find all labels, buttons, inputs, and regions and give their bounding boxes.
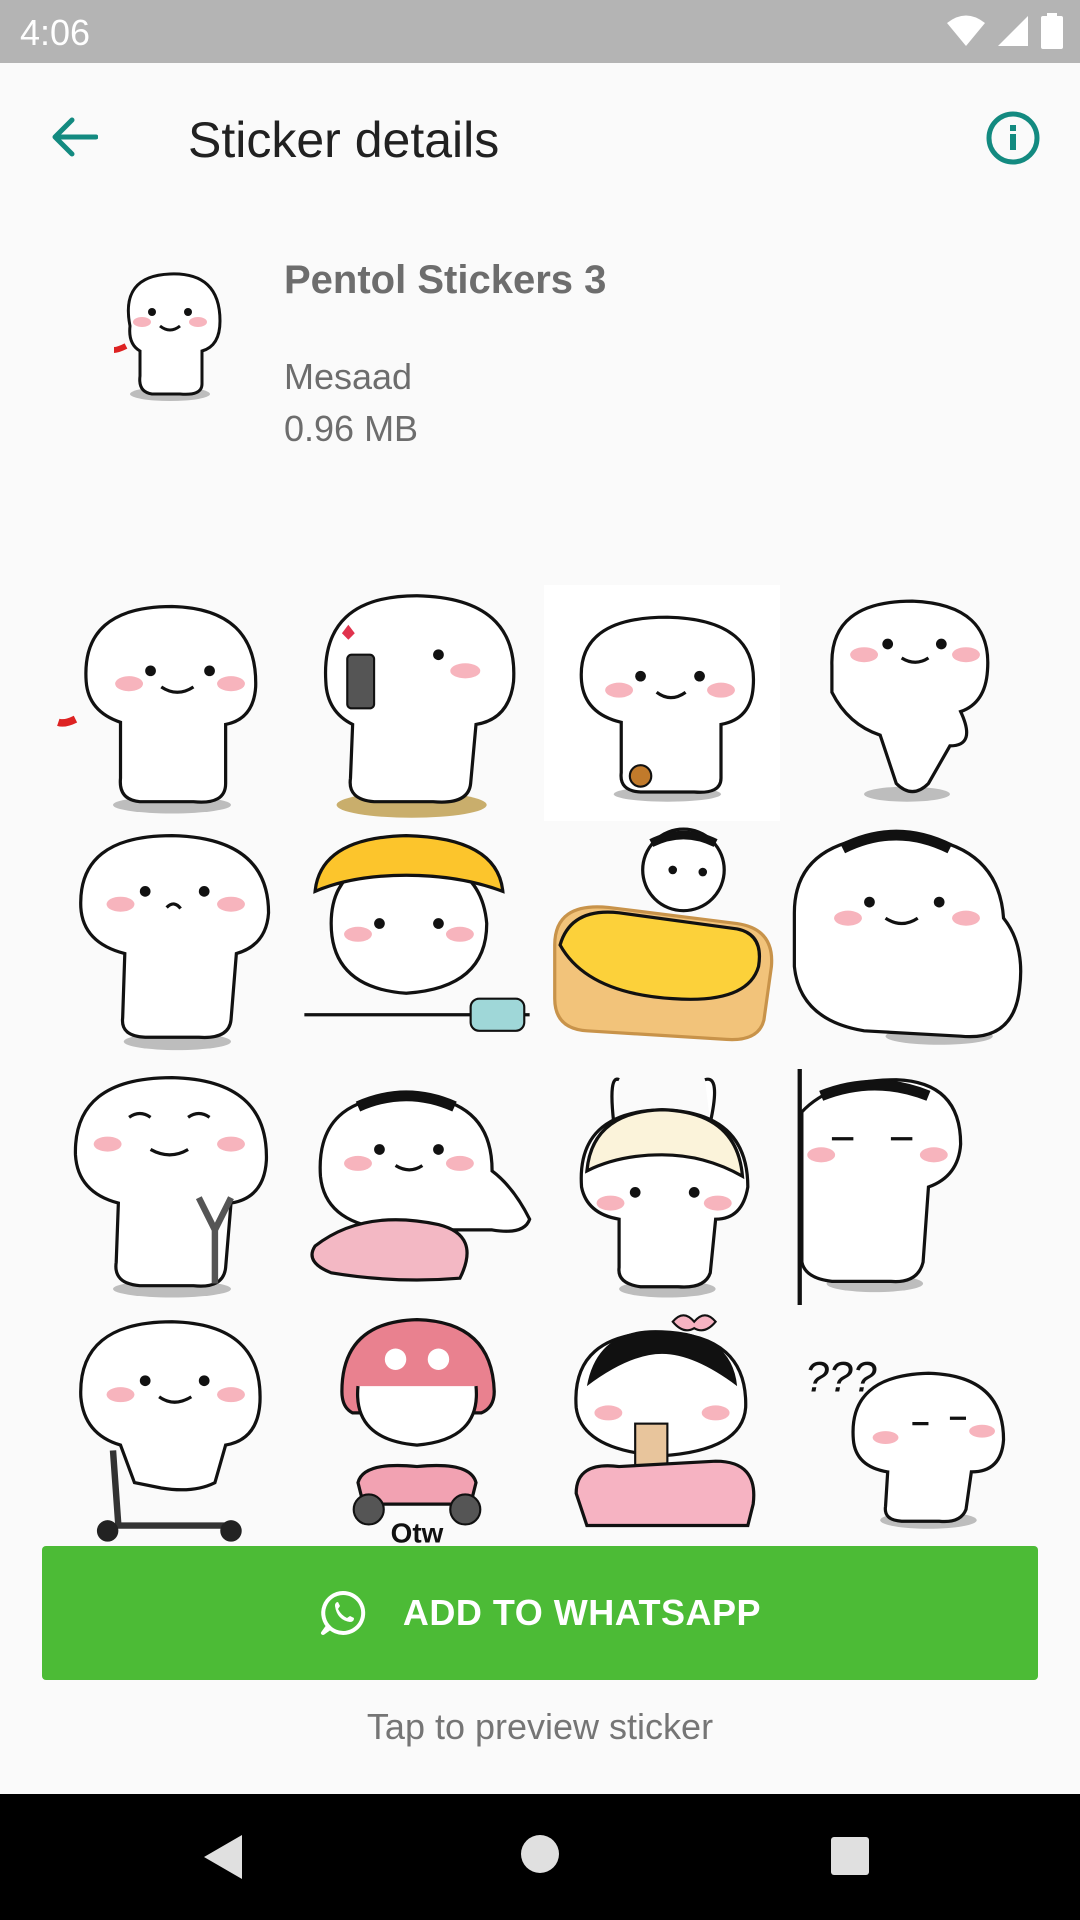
sticker-motorbike[interactable]: Otw — [299, 1311, 535, 1545]
status-time: 4:06 — [20, 12, 91, 53]
pack-publisher: Mesaad — [284, 356, 413, 397]
signal-icon — [998, 16, 1028, 46]
app-bar: Sticker details — [0, 63, 1080, 211]
sticker-bubble-tea[interactable] — [544, 1311, 780, 1545]
wifi-icon — [947, 15, 985, 46]
nav-home-icon[interactable] — [520, 1834, 560, 1874]
sticker-peace-sign[interactable] — [54, 585, 290, 821]
sticker-bunny-hat[interactable] — [544, 1069, 780, 1305]
sticker-phone-call[interactable] — [299, 585, 535, 821]
sticker-question[interactable]: ??? — [789, 1311, 1025, 1545]
sticker-bread-bed[interactable] — [544, 827, 780, 1063]
sticker-slingshot[interactable] — [54, 1069, 290, 1305]
sticker-peek[interactable] — [789, 1069, 1025, 1305]
preview-hint: Tap to preview sticker — [366, 1706, 714, 1747]
nav-back-icon[interactable] — [200, 1832, 246, 1882]
add-to-whatsapp-button[interactable]: ADD TO WHATSAPP — [42, 1546, 1038, 1680]
page-title: Sticker details — [188, 112, 500, 168]
status-bar: 4:06 — [0, 0, 1080, 63]
sticker-grid: Otw ??? — [54, 585, 1026, 1545]
navigation-bar — [0, 1794, 1080, 1920]
battery-icon — [1041, 13, 1063, 49]
add-to-whatsapp-label: ADD TO WHATSAPP — [402, 1592, 762, 1633]
sticker-cookie[interactable] — [544, 585, 780, 821]
tray-icon — [90, 256, 240, 406]
info-button[interactable] — [978, 103, 1048, 173]
sticker-dance[interactable] — [789, 585, 1025, 821]
pack-size: 0.96 MB — [284, 408, 419, 449]
sticker-scooter[interactable] — [54, 1311, 290, 1545]
sticker-lying-down[interactable] — [789, 827, 1025, 1063]
nav-recents-icon[interactable] — [830, 1836, 870, 1876]
arrow-back-icon — [52, 117, 98, 157]
back-button[interactable] — [40, 107, 108, 167]
sticker-helmet-phone[interactable] — [299, 827, 535, 1063]
sticker-pillow[interactable] — [299, 1069, 535, 1305]
sticker-confused[interactable] — [54, 827, 290, 1063]
whatsapp-icon — [320, 1590, 366, 1635]
info-icon — [986, 111, 1040, 165]
sticker-caption: Otw — [391, 1518, 444, 1545]
pack-name: Pentol Stickers 3 — [284, 258, 607, 302]
pack-header: Pentol Stickers 3 Mesaad 0.96 MB — [0, 240, 1080, 460]
